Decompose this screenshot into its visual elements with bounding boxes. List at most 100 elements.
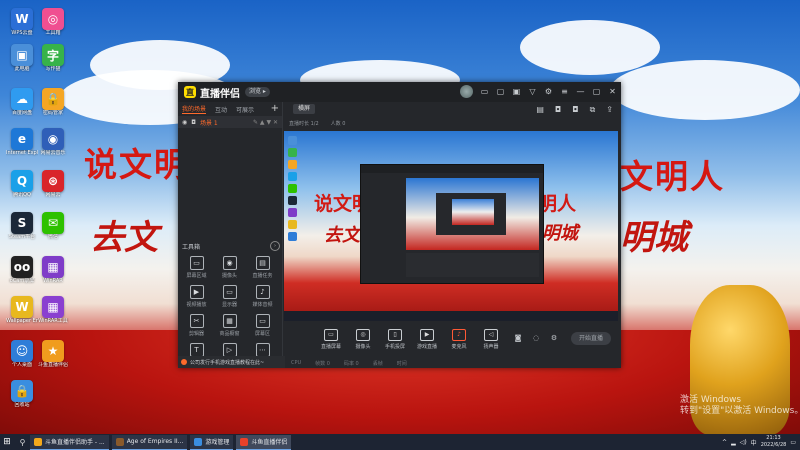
scene-edit-icons[interactable]: ✎ ▲ ▼ ✕: [253, 119, 278, 126]
tab-my-scenes[interactable]: 我的场景: [182, 104, 207, 114]
effects-icon[interactable]: ◌: [531, 334, 541, 344]
tab-landscape[interactable]: 横屏: [293, 104, 316, 114]
popout-icon[interactable]: ⧉: [590, 105, 596, 115]
version-badge[interactable]: 浏览 ▸: [245, 87, 270, 97]
desktop-icon[interactable]: WWallpaper Engine: [6, 296, 38, 325]
toolbox-item[interactable]: ▭ 显示器: [213, 285, 246, 308]
microphone-button[interactable]: ♪ 麦克风: [445, 328, 473, 350]
record-icon[interactable]: ◙: [513, 334, 523, 344]
start-live-button[interactable]: 开始直播: [571, 332, 611, 345]
game-live-button[interactable]: ▶ 游戏直播: [413, 328, 441, 350]
toolbox-item[interactable]: ▭ 屏幕区域: [180, 256, 213, 279]
app-icon: [115, 437, 124, 446]
desktop-icon-label: 斗鱼直播伴侣: [37, 362, 68, 368]
desktop-icon[interactable]: 🔒 回收站: [6, 380, 38, 409]
network-icon[interactable]: ▂: [731, 439, 736, 446]
toolbox-item[interactable]: ▦ 商品橱窗: [213, 314, 246, 337]
notification-icon[interactable]: ▭: [790, 439, 796, 446]
screen-capture-button[interactable]: ▭ 直播屏幕: [317, 328, 345, 350]
desktop-icon[interactable]: ✉ 微信: [37, 212, 69, 241]
desktop-icon[interactable]: Q 腾讯QQ: [6, 170, 38, 199]
desktop-icon[interactable]: S Steam平台: [6, 212, 38, 241]
start-button[interactable]: ⊞: [0, 434, 14, 450]
share-icon[interactable]: ⇪: [606, 105, 613, 115]
taskbar-window-button[interactable]: 游戏管理: [190, 434, 234, 450]
tab-interaction[interactable]: 互动: [215, 105, 227, 114]
desktop-app-icon: ▦: [42, 296, 64, 318]
desktop-app-icon: ▦: [42, 256, 64, 278]
lock-icon[interactable]: ◘: [555, 105, 561, 115]
toolbox-item[interactable]: ✂ 剪辑器: [180, 314, 213, 337]
toolbox-item[interactable]: ◉ 摄像头: [213, 256, 246, 279]
lock-icon[interactable]: ◘: [572, 105, 578, 115]
desktop-icon-label: oCam录屏: [9, 278, 35, 284]
desktop-icon[interactable]: ★ 斗鱼直播伴侣: [37, 340, 69, 369]
toolbox-item[interactable]: ▶ 视频播放: [180, 285, 213, 308]
left-tabs: 我的场景 互动 可展示 +: [178, 102, 282, 116]
taskbar-window-button[interactable]: Age of Empires II...: [111, 434, 188, 450]
desktop-icon[interactable]: 字写作猫: [37, 44, 69, 73]
toolbox-expand-icon[interactable]: ›: [270, 241, 280, 251]
live-preview[interactable]: 说文明 文明人 去文 明城: [284, 131, 618, 321]
desktop-icon[interactable]: ⊛ 网易云: [37, 170, 69, 199]
title-bar[interactable]: 直 直播伴侣 浏览 ▸ ▭ ▢ ▣ ▽ ⚙ ≡ — ▢ ✕: [178, 82, 621, 102]
volume-icon[interactable]: ◁): [740, 439, 747, 446]
tips-dot-icon: [181, 359, 187, 365]
scene-item[interactable]: ◉ ◘ 场景 1 ✎ ▲ ▼ ✕: [178, 116, 282, 128]
avatar[interactable]: [460, 85, 473, 98]
toolbox-item-label: 摄像头: [221, 273, 237, 279]
desktop-icon[interactable]: W WPS云盘: [6, 8, 38, 37]
maximize-icon[interactable]: ▢: [592, 87, 601, 96]
desktop-icon[interactable]: ◎ 工具箱: [37, 8, 69, 37]
desktop-icon[interactable]: ▣ 此电脑: [6, 44, 38, 73]
desktop-icon[interactable]: ☁ 百度网盘: [6, 88, 38, 117]
nested-toolbar: [406, 253, 539, 277]
desktop-icon[interactable]: ☺ 个人桌面: [6, 340, 38, 369]
desktop-icon[interactable]: 🔒 密码管家: [37, 88, 69, 117]
message-icon[interactable]: ▭: [480, 87, 489, 96]
desktop-icon[interactable]: ▦ WinRAR: [37, 256, 69, 285]
taskbar-window-button[interactable]: 斗鱼直播伴侣: [236, 434, 292, 450]
phone-cast-button[interactable]: ▯ 手机投屏: [381, 328, 409, 350]
toolbox-item[interactable]: ▤ 直播任务: [246, 256, 279, 279]
live-companion-window[interactable]: 直 直播伴侣 浏览 ▸ ▭ ▢ ▣ ▽ ⚙ ≡ — ▢ ✕ 我的场景 互动 可展…: [178, 82, 621, 368]
tray-expand-icon[interactable]: ^: [722, 439, 727, 446]
chat-icon[interactable]: ▢: [496, 87, 505, 96]
toolbox-item[interactable]: ♪ 媒体音频: [246, 285, 279, 308]
search-icon[interactable]: ⚲: [18, 434, 27, 450]
taskbar-window-list: 斗鱼直播伴侣助手 - ... Age of Empires II... 游戏管理 斗鱼…: [27, 434, 292, 450]
gift-icon[interactable]: ▤: [536, 105, 544, 115]
windows-activation-watermark: 激活 Windows 转到"设置"以激活 Windows。: [680, 395, 800, 416]
clock[interactable]: 21:13 2022/6/28: [761, 435, 787, 449]
desktop-icon[interactable]: ◉ 网易云音乐: [37, 128, 69, 157]
lock-icon[interactable]: ◘: [191, 119, 196, 126]
speaker-button[interactable]: ◁ 扬声器: [477, 328, 505, 350]
toolbox-title: 工具箱: [182, 243, 201, 251]
tips-text: 公司发行手机游戏直播教程在此~: [190, 359, 265, 366]
minimize-icon[interactable]: —: [576, 87, 585, 96]
menu-icon[interactable]: ≡: [560, 87, 569, 96]
add-scene-button[interactable]: +: [271, 103, 279, 114]
ime-icon[interactable]: 中: [751, 438, 757, 447]
close-icon[interactable]: ✕: [608, 87, 617, 96]
settings-icon[interactable]: ⚙: [549, 334, 559, 344]
tips-bar[interactable]: 公司发行手机游戏直播教程在此~: [178, 356, 285, 368]
desktop-icon-label: WPS云盘: [11, 30, 33, 36]
toolbox-item[interactable]: ▭ 屏幕区: [246, 314, 279, 337]
shirt-icon[interactable]: ▽: [528, 87, 537, 96]
taskbar-window-button[interactable]: 斗鱼直播伴侣助手 - ...: [30, 434, 109, 450]
source-toolbar: ▭ 直播屏幕 ◎ 摄像头 ▯ 手机投屏 ▶ 游戏直播 ♪ 麦克风 ◁ 扬声器 ◙…: [283, 324, 621, 354]
desktop-icon[interactable]: eInternet Explorer: [6, 128, 38, 157]
desktop-icon[interactable]: ▦ WinRAR工具: [37, 296, 69, 325]
preview-icon: [288, 172, 297, 181]
eye-icon[interactable]: ◉: [182, 119, 187, 126]
desktop-icon[interactable]: oo oCam录屏: [6, 256, 38, 285]
toolbox-item-icon: ▷: [222, 343, 237, 357]
toolbox-item-label: 屏幕区: [254, 331, 270, 337]
tab-showcase[interactable]: 可展示: [236, 105, 254, 114]
camera-button[interactable]: ◎ 摄像头: [349, 328, 377, 350]
gift-icon[interactable]: ▣: [512, 87, 521, 96]
wallpaper-slogan: 说文明: [84, 145, 189, 184]
nested-preview: [406, 178, 539, 250]
settings-icon[interactable]: ⚙: [544, 87, 553, 96]
